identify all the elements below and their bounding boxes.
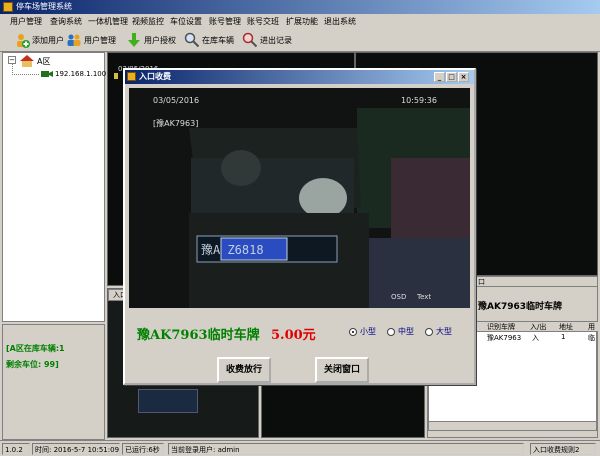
app-title-bar: 停车场管理系统 [0,0,600,14]
radio-small[interactable]: 小型 [349,326,376,337]
add-user-button[interactable]: 添加用户 [14,31,64,49]
radio-large[interactable]: 大型 [425,326,452,337]
charge-release-button[interactable]: 收费放行 [217,357,271,383]
cell-user: 临 [588,334,595,342]
user-manage-label: 用户管理 [84,35,116,45]
plate-snapshot [138,389,198,413]
menu-extensions[interactable]: 扩展功能 [286,16,318,27]
device-tree: − A区 192.168.1.100 [2,52,106,322]
plate-caption: 豫AK7963临时车牌 [478,302,562,312]
dialog-icon [127,72,136,81]
status-time: 时间: 2016-5-7 10:51:09 [32,443,120,455]
add-user-label: 添加用户 [32,35,64,45]
radio-medium-label: 中型 [398,327,414,336]
menu-video-monitor[interactable]: 视频监控 [132,16,164,27]
toolbar: 添加用户 用户管理 用户授权 在库车辆 进出记录 [0,28,600,52]
minimize-icon[interactable]: _ [434,72,445,82]
app-title: 停车场管理系统 [16,2,72,11]
status-login: 当前登录用户: admin [168,443,524,455]
col-direction: 入/出 [530,323,547,331]
app-icon [3,2,13,12]
camera-icon [41,69,53,81]
menu-shift-handover[interactable]: 账号交班 [247,16,279,27]
cell-direction: 入 [532,334,539,342]
menu-space-settings[interactable]: 车位设置 [170,16,202,27]
osd-plate: [豫AK7963] [153,119,199,128]
status-charge-rule: 入口收费规则2 [530,443,596,455]
video-marker [114,73,118,79]
recognized-plate: 豫AK7963临时车牌 [137,328,260,343]
radio-indicator [387,327,395,336]
dialog-title-bar: 入口收费 _ □ × [125,70,474,84]
status-version: 1.0.2 [2,443,30,455]
close-window-button[interactable]: 关闭窗口 [315,357,369,383]
close-icon[interactable]: × [458,72,469,82]
in-lot-count: [A区在库车辆:1 [6,344,65,353]
dialog-video-feed: 03/05/2016 10:59:36 [豫AK7963] 豫A Z6818 O… [129,88,470,308]
radio-indicator [425,327,433,336]
col-user: 用 [588,323,595,331]
cell-plate: 豫AK7963 [487,334,522,342]
col-address: 地址 [559,323,573,331]
maximize-icon[interactable]: □ [446,72,457,82]
menu-device-manage[interactable]: 一体机管理 [88,16,128,27]
user-auth-label: 用户授权 [144,35,176,45]
user-auth-button[interactable]: 用户授权 [126,31,176,49]
users-icon [66,32,82,48]
search-records-icon [242,32,258,48]
magnifier-icon [184,32,200,48]
house-icon [20,55,34,69]
radio-indicator [349,327,357,336]
entrance-charge-dialog: 入口收费 _ □ × 03/05/2016 10:59:36 [豫AK7963]… [123,68,476,385]
menu-exit[interactable]: 退出系统 [324,16,356,27]
tree-collapse-toggle[interactable]: − [8,56,16,64]
col-plate: 识别车牌 [487,323,515,331]
tree-root-label[interactable]: A区 [37,56,50,67]
radio-large-label: 大型 [436,327,452,336]
osd-date: 03/05/2016 [153,96,200,105]
remaining-spaces: 剩余车位: 99] [6,360,59,369]
add-user-icon [14,32,30,48]
menu-user-manage[interactable]: 用户管理 [10,16,42,27]
parking-stats: [A区在库车辆:1 剩余车位: 99] [2,324,105,440]
tree-device-label[interactable]: 192.168.1.100 [55,70,106,78]
in-lot-button[interactable]: 在库车辆 [184,31,234,49]
status-uptime: 已运行:6秒 [122,443,164,455]
cell-address: 1 [561,333,566,341]
horizontal-scrollbar[interactable] [429,421,596,430]
in-out-records-label: 进出记录 [260,35,292,45]
radio-small-label: 小型 [360,327,376,336]
status-bar: 1.0.2 时间: 2016-5-7 10:51:09 已运行:6秒 当前登录用… [0,440,600,456]
osd-time: 10:59:36 [401,96,437,105]
in-lot-label: 在库车辆 [202,35,234,45]
radio-medium[interactable]: 中型 [387,326,414,337]
license-plate-text: 豫A Z6818 [201,243,264,257]
menu-query[interactable]: 查询系统 [50,16,82,27]
in-out-records-button[interactable]: 进出记录 [242,31,292,49]
tree-line [12,74,39,75]
down-arrow-icon [126,32,142,48]
user-manage-button[interactable]: 用户管理 [66,31,116,49]
osd-label: OSD [391,293,407,301]
menu-bar: 用户管理 查询系统 一体机管理 视频监控 车位设置 账号管理 账号交班 扩展功能… [0,14,600,28]
text-label: Text [417,293,432,301]
parking-fee: 5.00元 [271,328,316,343]
menu-account-manage[interactable]: 账号管理 [209,16,241,27]
dialog-title: 入口收费 [139,72,171,81]
